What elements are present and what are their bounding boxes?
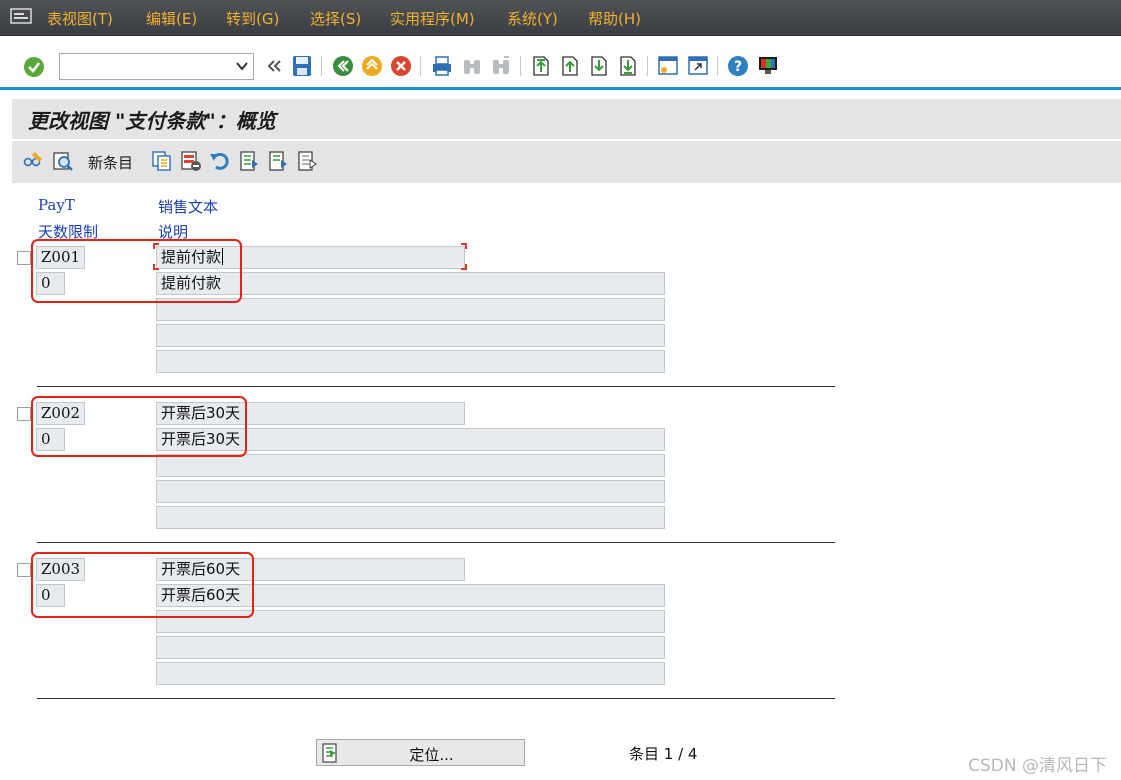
description-line-4[interactable]	[156, 662, 665, 685]
description-line-4[interactable]	[156, 506, 665, 529]
highlight-box	[31, 396, 247, 457]
highlight-box	[31, 239, 242, 303]
svg-text:?: ?	[734, 59, 742, 75]
position-button[interactable]: 定位...	[316, 739, 525, 766]
exit-icon[interactable]	[361, 54, 383, 78]
toolbar-separator	[321, 56, 322, 76]
row-divider	[37, 542, 835, 543]
copy-as-icon[interactable]	[151, 150, 173, 172]
back-icon[interactable]	[332, 54, 354, 78]
previous-page-icon[interactable]	[559, 54, 581, 78]
toolbar-separator	[717, 56, 718, 76]
description-line-3[interactable]	[156, 636, 665, 659]
column-header-sales-text: 销售文本	[158, 198, 219, 216]
deselect-all-icon[interactable]	[296, 150, 318, 172]
collapse-left-icon[interactable]	[263, 54, 285, 78]
command-field[interactable]	[59, 53, 254, 80]
application-toolbar: 新条目	[12, 141, 1121, 183]
row-divider	[37, 386, 835, 387]
print-icon[interactable]	[431, 54, 453, 78]
display-change-icon[interactable]	[22, 150, 44, 172]
highlight-box	[31, 552, 254, 618]
delete-icon[interactable]	[180, 150, 202, 172]
enter-icon[interactable]	[23, 55, 45, 79]
toolbar-separator	[647, 56, 648, 76]
menu-item-help[interactable]: 帮助(H)	[588, 8, 641, 29]
menu-item-edit[interactable]: 编辑(E)	[146, 8, 197, 29]
cancel-icon[interactable]	[390, 54, 412, 78]
description-line-3[interactable]	[156, 324, 665, 347]
focus-corner	[461, 243, 467, 249]
menu-item-system[interactable]: 系统(Y)	[507, 8, 558, 29]
first-page-icon[interactable]	[530, 54, 552, 78]
description-line-4[interactable]	[156, 350, 665, 373]
menu-item-goto[interactable]: 转到(G)	[226, 8, 279, 29]
page-title: 更改视图 "支付条款"：概览	[28, 109, 276, 133]
title-bar: 更改视图 "支付条款"：概览	[12, 99, 1121, 139]
column-header-payt: PayT	[38, 196, 75, 214]
help-icon[interactable]: ?	[727, 54, 749, 78]
row-divider	[37, 698, 835, 699]
create-session-icon[interactable]	[657, 54, 679, 78]
description-line-2[interactable]	[156, 454, 665, 477]
next-page-icon[interactable]	[588, 54, 610, 78]
create-shortcut-icon[interactable]	[687, 54, 709, 78]
new-entries-button[interactable]: 新条目	[88, 152, 133, 173]
description-line-3[interactable]	[156, 480, 665, 503]
row-select-checkbox[interactable]	[17, 563, 31, 577]
command-input[interactable]	[60, 54, 230, 79]
toolbar-separator	[520, 56, 521, 76]
select-block-icon[interactable]	[267, 150, 289, 172]
menu-bar: 表视图(T) 编辑(E) 转到(G) 选择(S) 实用程序(M) 系统(Y) 帮…	[0, 0, 1121, 36]
focus-corner	[461, 264, 467, 270]
entry-counter: 条目 1 / 4	[629, 745, 698, 763]
menu-item-utilities[interactable]: 实用程序(M)	[390, 8, 475, 29]
menu-item-table-view[interactable]: 表视图(T)	[47, 8, 113, 29]
watermark: CSDN @清风日下	[968, 756, 1107, 776]
details-icon[interactable]	[52, 150, 74, 172]
standard-toolbar: ?	[0, 36, 1121, 90]
row-select-checkbox[interactable]	[17, 407, 31, 421]
position-button-label: 定位...	[409, 746, 454, 764]
undo-change-icon[interactable]	[209, 150, 231, 172]
save-icon[interactable]	[291, 54, 313, 78]
find-icon[interactable]	[461, 54, 483, 78]
last-page-icon[interactable]	[617, 54, 639, 78]
chevron-down-icon[interactable]	[235, 59, 249, 73]
toolbar-separator	[420, 56, 421, 76]
menu-item-selection[interactable]: 选择(S)	[310, 8, 361, 29]
system-menu-icon[interactable]	[10, 8, 32, 24]
customize-layout-icon[interactable]	[757, 54, 779, 78]
row-select-checkbox[interactable]	[17, 251, 31, 265]
select-all-icon[interactable]	[238, 150, 260, 172]
find-next-icon[interactable]	[490, 54, 512, 78]
